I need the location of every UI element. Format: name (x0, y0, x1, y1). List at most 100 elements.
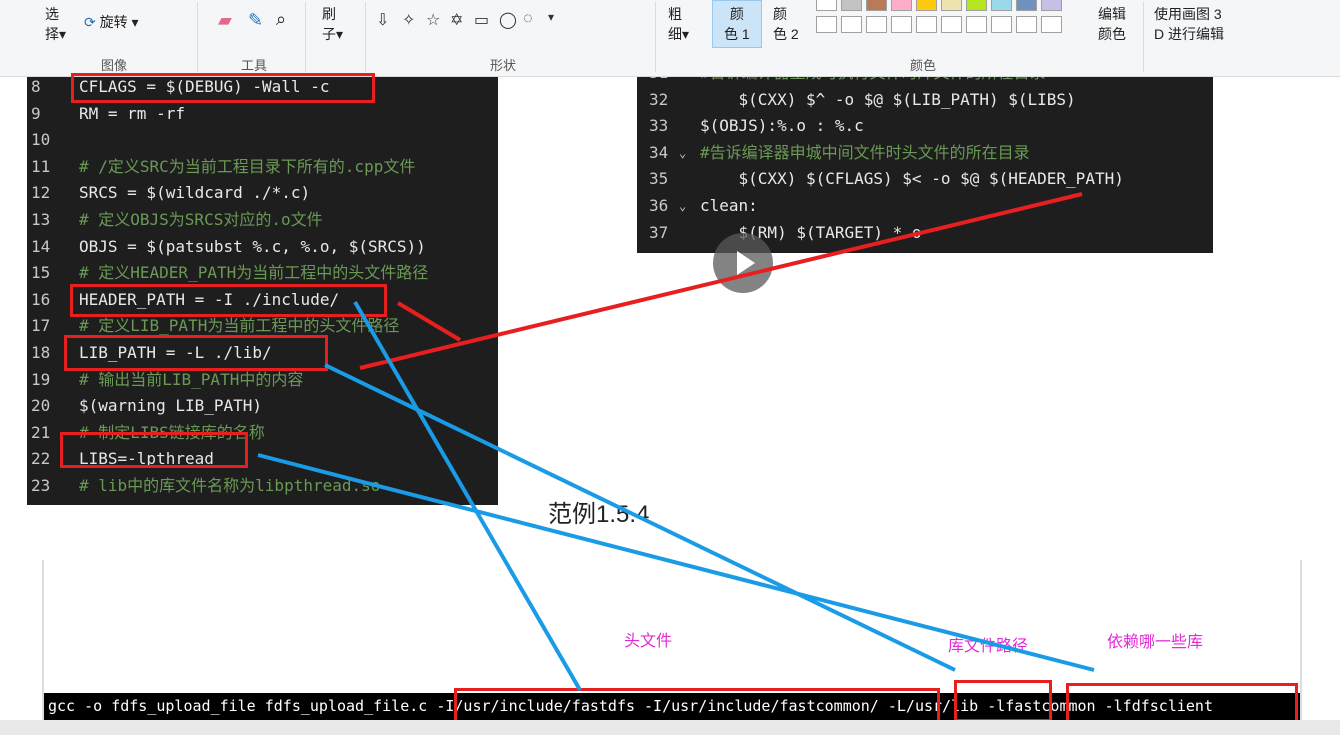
fold-toggle-icon[interactable]: ⌄ (679, 193, 686, 219)
palette-swatch-empty[interactable] (991, 16, 1012, 33)
palette-swatch[interactable] (866, 0, 887, 11)
line-number: 21 (31, 422, 51, 442)
code-text: $(CXX) $(CFLAGS) $< -o $@ $(HEADER_PATH) (700, 169, 1124, 189)
color2-label-2: 色 2 (773, 26, 799, 42)
rotate-label: 旋转 ▾ (99, 14, 139, 30)
edit-colors-button[interactable]: 编辑 颜色 (1098, 4, 1126, 44)
code-text: SRCS = $(wildcard ./*.c) (79, 183, 311, 203)
star6-shape-icon[interactable]: ✡ (450, 10, 463, 30)
group-label-tools: 工具 (241, 58, 268, 73)
group-label-image: 图像 (101, 58, 128, 73)
thickness-label-2: 细▾ (668, 26, 690, 42)
code-line: 9 RM = rm -rf (27, 101, 498, 127)
palette-swatch[interactable] (1041, 0, 1062, 11)
color2-label-1: 颜 (773, 6, 787, 22)
paint3d-label-1: 使用画图 3 (1154, 6, 1222, 22)
palette-swatch-empty[interactable] (1016, 16, 1037, 33)
ribbon-divider (365, 2, 366, 72)
line-number: 11 (31, 156, 51, 176)
palette-swatch-empty[interactable] (916, 16, 937, 33)
libs-highlight-box (60, 432, 248, 468)
rotate-button[interactable]: ⟳ 旋转 ▾ (84, 12, 139, 32)
palette-swatch-empty[interactable] (1041, 16, 1062, 33)
line-number: 37 (649, 222, 669, 242)
color2-button[interactable]: 颜 色 2 (773, 4, 799, 44)
link-libs-highlight-box (1066, 683, 1298, 723)
ribbon-divider (305, 2, 306, 72)
example-caption: 范例1.5.4 (548, 501, 650, 528)
fold-toggle-icon[interactable]: ⌄ (679, 140, 686, 166)
palette-swatch[interactable] (1016, 0, 1037, 11)
code-line: 13 # 定义OBJS为SRCS对应的.o文件 (27, 207, 498, 233)
thickness-button[interactable]: 粗 细▾ (668, 4, 689, 44)
line-number: 10 (31, 130, 51, 150)
color1-label-1: 颜 (729, 6, 744, 22)
arrow-down-shape-icon[interactable]: ⇩ (376, 10, 389, 30)
group-label-colors: 颜色 (910, 58, 937, 73)
palette-swatch-empty[interactable] (891, 16, 912, 33)
palette-swatch[interactable] (991, 0, 1012, 11)
code-text: # 定义HEADER_PATH为当前工程中的头文件路径 (79, 263, 429, 283)
brush-button[interactable]: 刷 子▾ (322, 4, 343, 44)
palette-swatch-empty[interactable] (816, 16, 837, 33)
edit-colors-label-1: 编辑 (1098, 6, 1126, 22)
color-picker-icon[interactable]: ✎ (248, 10, 263, 30)
code-text: RM = rm -rf (79, 103, 185, 123)
palette-swatch[interactable] (816, 0, 837, 11)
code-line: 33 $(OBJS):%.o : %.c (637, 113, 1213, 139)
palette-swatch[interactable] (891, 0, 912, 11)
palette-swatch[interactable] (941, 0, 962, 11)
select-button[interactable]: 选 择▾ (45, 4, 66, 44)
eraser-icon[interactable]: ▰ (218, 10, 232, 30)
edit-colors-label-2: 颜色 (1098, 26, 1126, 42)
line-number: 19 (31, 369, 51, 389)
code-text: #告诉编译器生成可执行文件时库文件的所在目录 (700, 77, 1046, 86)
star4-shape-icon[interactable]: ✧ (402, 10, 415, 30)
callout-rect-shape-icon[interactable]: ▭ (474, 10, 489, 30)
palette-swatch-empty[interactable] (841, 16, 862, 33)
group-label-shapes: 形状 (490, 58, 517, 73)
line-number: 8 (31, 77, 41, 96)
code-line: 34 ⌄ #告诉编译器申城中间文件时头文件的所在目录 (637, 140, 1213, 166)
line-number: 12 (31, 183, 51, 203)
code-line: 32 $(CXX) $^ -o $@ $(LIB_PATH) $(LIBS) (637, 87, 1213, 113)
callout-cloud-shape-icon[interactable]: ◌ (523, 10, 533, 28)
annotation-lib-path: 库文件路径 (948, 638, 1029, 655)
select-label-1: 选 (45, 6, 59, 22)
star5-shape-icon[interactable]: ☆ (426, 10, 440, 30)
palette-swatch-empty[interactable] (966, 16, 987, 33)
annotation-header-files: 头文件 (624, 633, 673, 650)
shapes-more-icon[interactable]: ▾ (548, 10, 554, 24)
ribbon-divider (655, 2, 656, 72)
rotate-icon: ⟳ (84, 14, 96, 30)
video-play-button[interactable] (713, 233, 773, 293)
code-text: clean: (700, 196, 758, 215)
paint3d-label-2: D 进行编辑 (1154, 26, 1224, 42)
callout-oval-shape-icon[interactable]: ◯ (499, 10, 517, 30)
palette-swatch[interactable] (916, 0, 937, 11)
line-number: 18 (31, 343, 51, 362)
line-number: 14 (31, 236, 51, 256)
brush-label-2: 子▾ (322, 26, 344, 42)
line-number: 15 (31, 263, 51, 283)
code-line: 31 #告诉编译器生成可执行文件时库文件的所在目录 (637, 77, 1213, 86)
line-number: 33 (649, 116, 669, 136)
palette-swatch[interactable] (841, 0, 862, 11)
code-text: # /定义SRC为当前工程目录下所有的.cpp文件 (79, 156, 416, 176)
magnifier-icon[interactable]: ⌕ (276, 9, 286, 29)
code-line: 10 (27, 127, 498, 153)
code-line: 23 # lib中的库文件名称为libpthread.so (27, 473, 498, 499)
palette-swatch-empty[interactable] (866, 16, 887, 33)
palette-swatch[interactable] (966, 0, 987, 11)
palette-swatch-empty[interactable] (941, 16, 962, 33)
line-number: 31 (649, 77, 677, 86)
code-text: $(warning LIB_PATH) (79, 396, 263, 416)
code-line: 36 ⌄ clean: (637, 193, 1213, 219)
code-line: 11 # /定义SRC为当前工程目录下所有的.cpp文件 (27, 154, 498, 180)
line-number: 16 (31, 289, 51, 309)
line-number: 35 (649, 169, 669, 189)
code-text: # lib中的库文件名称为libpthread.so (79, 476, 381, 495)
paint3d-button[interactable]: 使用画图 3 D 进行编辑 (1154, 4, 1224, 44)
thickness-label-1: 粗 (668, 6, 682, 22)
line-number: 22 (31, 449, 51, 469)
